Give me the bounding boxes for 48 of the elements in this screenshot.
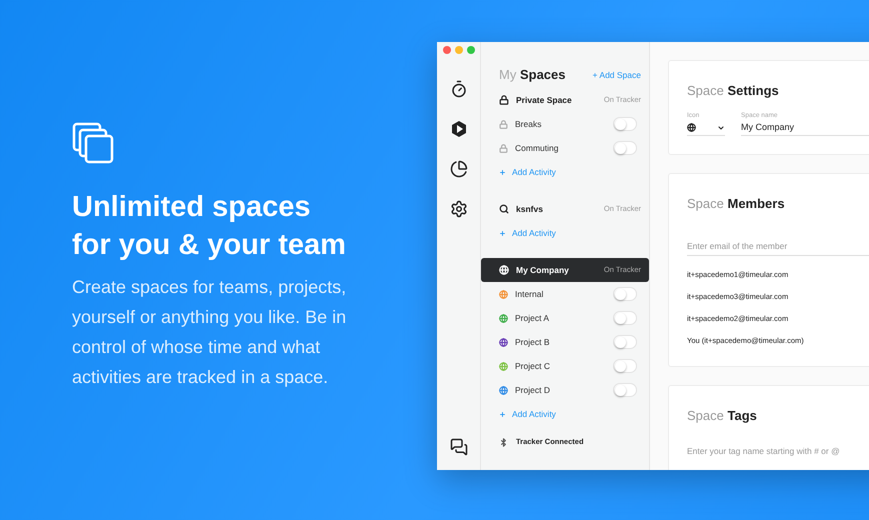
play-hexagon-icon[interactable] xyxy=(450,120,468,138)
lock-icon xyxy=(499,120,508,128)
lock-icon xyxy=(499,144,508,152)
activity-name: Internal xyxy=(515,288,544,300)
bluetooth-icon xyxy=(499,438,508,446)
hero-description: Create spaces for teams, projects, yourself or anything you like. Be in control of whose time and what activities are tracked in a space. xyxy=(72,276,348,389)
stacked-windows-icon xyxy=(72,122,114,164)
lock-icon xyxy=(499,95,509,105)
toggle-switch[interactable] xyxy=(613,359,637,373)
hero-heading: Unlimited spaces xyxy=(72,190,312,225)
toggle-switch[interactable] xyxy=(613,383,637,397)
card-title: Space Members xyxy=(687,195,786,214)
plus-icon xyxy=(499,168,506,176)
toggle-switch[interactable] xyxy=(613,311,637,325)
toggle-switch[interactable] xyxy=(613,287,637,301)
card-title: Space Settings xyxy=(687,82,780,100)
icon-dropdown[interactable] xyxy=(687,120,725,136)
globe-icon xyxy=(499,265,509,275)
add-space-button[interactable]: + Add Space xyxy=(592,68,641,82)
add-activity-button[interactable]: Add Activity xyxy=(481,160,556,184)
toggle-switch[interactable] xyxy=(613,117,637,131)
toggle-switch[interactable] xyxy=(613,335,637,349)
stopwatch-icon[interactable] xyxy=(450,80,468,98)
space-name: My Company xyxy=(516,264,569,276)
activity-name: Project B xyxy=(515,336,550,348)
hero-heading: for you & your team xyxy=(72,228,347,263)
plus-icon xyxy=(499,230,506,236)
activity-name: Breaks xyxy=(515,118,542,130)
space-name: Private Space xyxy=(516,94,572,106)
space-name: ksnfvs xyxy=(516,202,543,216)
toggle-switch[interactable] xyxy=(613,141,637,155)
globe-icon xyxy=(687,123,696,132)
activity-name: Project A xyxy=(515,312,550,324)
pie-chart-icon[interactable] xyxy=(450,160,468,178)
add-activity-button[interactable]: Add Activity xyxy=(481,402,556,426)
search-icon xyxy=(499,204,509,214)
settings-icon[interactable] xyxy=(450,200,468,218)
card-title: Space Tags xyxy=(687,406,758,425)
chevron-down-icon xyxy=(717,124,725,132)
email-input[interactable]: Enter email of the member xyxy=(687,238,869,256)
add-activity-button[interactable]: Add Activity xyxy=(481,221,556,245)
activity-name: Project D xyxy=(515,384,550,396)
activity-name: Commuting xyxy=(515,142,558,154)
plus-icon xyxy=(499,410,506,418)
space-name-field[interactable]: My Company xyxy=(741,120,869,136)
help-chat-icon[interactable] xyxy=(450,438,468,456)
panel-title: My Spaces xyxy=(499,66,566,84)
activity-name: Project C xyxy=(515,360,550,372)
